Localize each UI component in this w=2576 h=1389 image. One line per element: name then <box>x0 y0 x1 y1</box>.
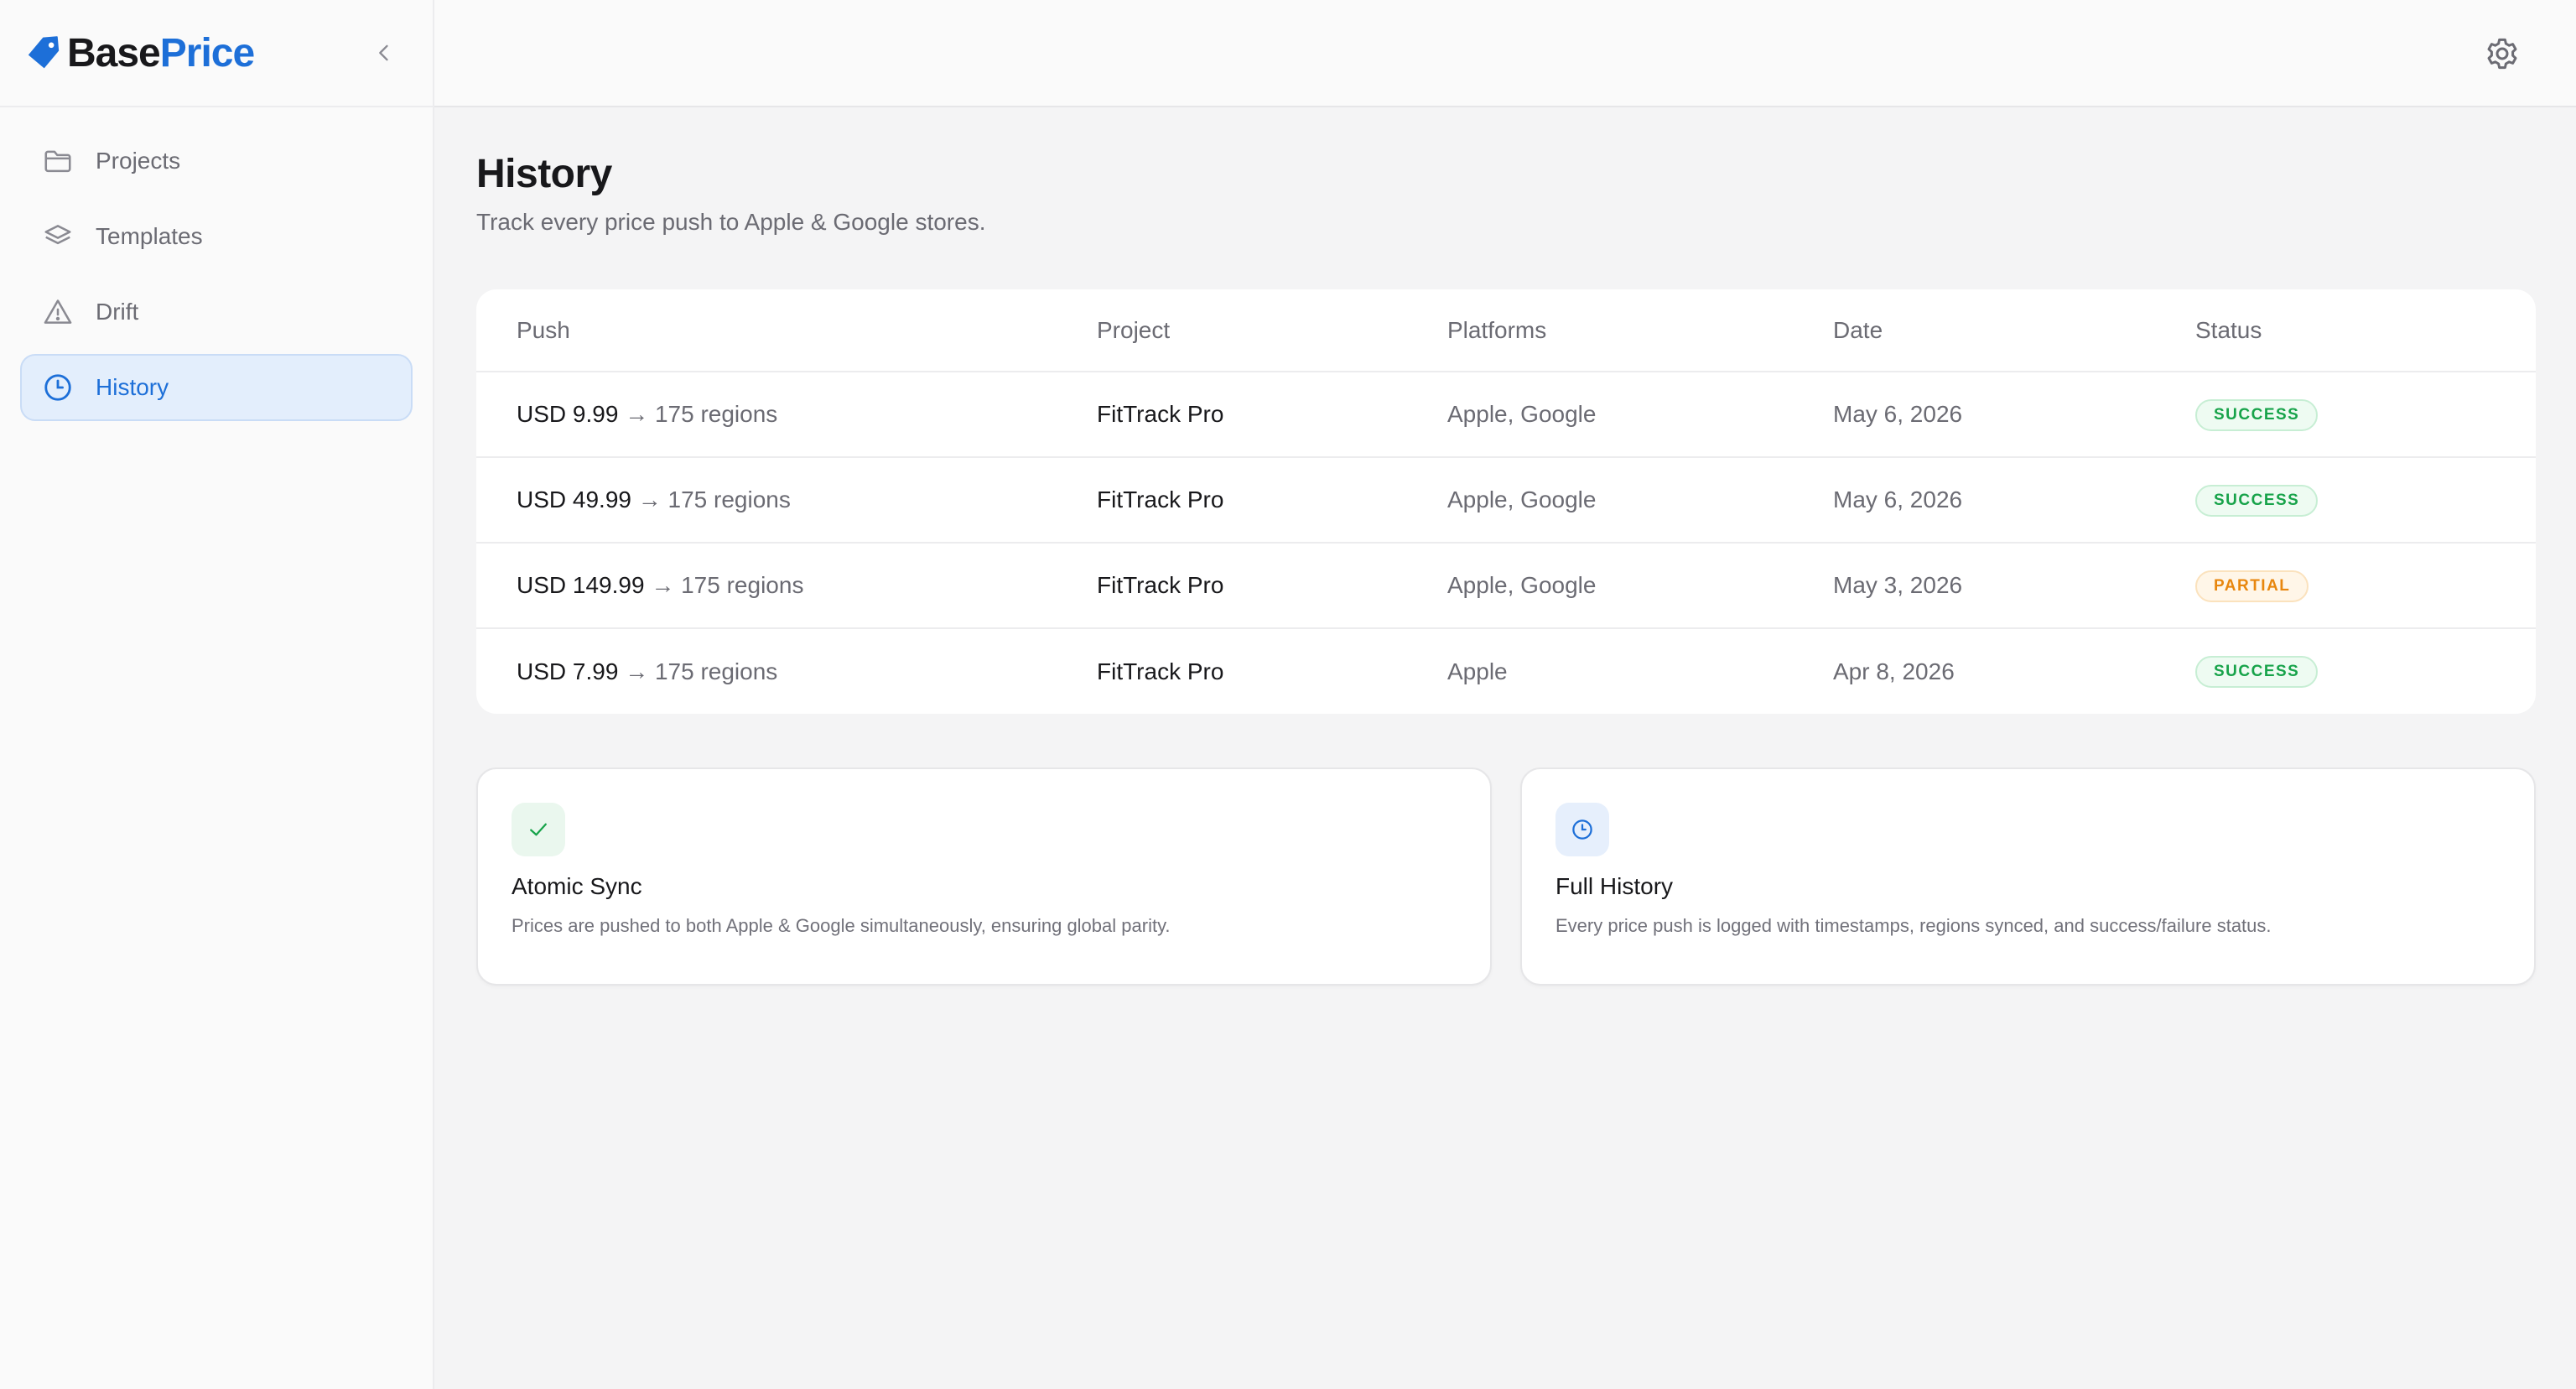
status-badge: PARTIAL <box>2195 570 2309 602</box>
feature-icon-badge <box>512 803 565 856</box>
feature-description: Every price push is logged with timestam… <box>1555 915 2272 936</box>
chevron-left-icon <box>379 44 388 61</box>
platforms-cell: Apple, Google <box>1447 543 1833 629</box>
date-cell: May 6, 2026 <box>1833 372 2195 458</box>
gear-icon[interactable] <box>2482 34 2522 74</box>
sidebar-item-label: Templates <box>96 223 203 249</box>
table-row[interactable]: USD 149.99 → 175 regions FitTrack Pro Ap… <box>476 543 2536 629</box>
feature-icon-badge <box>1555 803 1609 856</box>
status-cell: SUCCESS <box>2195 457 2536 544</box>
page-title: History <box>476 152 612 196</box>
status-badge: SUCCESS <box>2195 484 2319 517</box>
date-cell: May 6, 2026 <box>1833 457 2195 544</box>
platforms-cell: Apple <box>1447 658 1508 684</box>
push-regions: → 175 regions <box>651 572 804 598</box>
logo-price: Price <box>159 30 255 75</box>
logo[interactable]: BasePrice <box>25 30 255 76</box>
status-badge: SUCCESS <box>2195 398 2319 431</box>
feature-cards: Atomic Sync Prices are pushed to both Ap… <box>476 767 2536 986</box>
table-header-row: Push Project Platforms Date Status <box>476 289 2536 372</box>
column-header-date: Date <box>1833 289 2195 372</box>
push-amount: USD 149.99 <box>517 572 645 598</box>
sidebar-nav: Projects Templates Drift History <box>0 107 433 441</box>
push-regions: → 175 regions <box>637 486 791 512</box>
push-cell: USD 9.99 → 175 regions <box>476 372 1097 458</box>
column-header-status: Status <box>2195 289 2536 372</box>
column-header-project: Project <box>1097 289 1447 372</box>
history-table: Push Project Platforms Date Status USD 9… <box>476 289 2536 714</box>
sidebar-item-templates[interactable]: Templates <box>20 203 413 270</box>
table-row[interactable]: USD 9.99 → 175 regions FitTrack Pro Appl… <box>476 372 2536 458</box>
logo-text: BasePrice <box>67 30 255 76</box>
feature-title: Atomic Sync <box>512 873 642 899</box>
main-content: History Track every price push to Apple … <box>476 107 2536 986</box>
project-cell: FitTrack Pro <box>1097 658 1224 684</box>
push-amount: USD 49.99 <box>517 486 631 512</box>
table-row[interactable]: USD 7.99 → 175 regions FitTrack Pro Appl… <box>476 628 2536 714</box>
sidebar-item-label: Projects <box>96 148 181 174</box>
price-tag-logo-icon <box>28 36 60 69</box>
warning-icon <box>44 299 72 324</box>
status-cell: PARTIAL <box>2195 543 2536 629</box>
status-cell: SUCCESS <box>2195 628 2536 714</box>
collapse-sidebar-button[interactable] <box>361 29 408 76</box>
sidebar-item-projects[interactable]: Projects <box>20 127 413 195</box>
project-cell: FitTrack Pro <box>1097 543 1447 629</box>
feature-description: Prices are pushed to both Apple & Google… <box>512 915 1171 936</box>
platforms-cell: Apple, Google <box>1447 372 1833 458</box>
sidebar-item-label: History <box>96 374 169 400</box>
project-cell: FitTrack Pro <box>1097 372 1447 458</box>
date-cell: Apr 8, 2026 <box>1833 658 1955 684</box>
push-cell: USD 149.99 → 175 regions <box>476 543 1097 629</box>
push-cell: USD 49.99 → 175 regions <box>476 457 1097 544</box>
clock-icon <box>1572 819 1592 840</box>
sidebar: BasePrice Projects Templates Drift Histo… <box>0 0 434 1389</box>
clock-icon <box>44 374 71 401</box>
push-amount: USD 7.99 <box>517 658 619 684</box>
column-header-platforms: Platforms <box>1447 289 1833 372</box>
date-cell: May 3, 2026 <box>1833 543 2195 629</box>
status-badge: SUCCESS <box>2195 656 2319 688</box>
push-amount: USD 9.99 <box>517 401 619 427</box>
push-regions: → 175 regions <box>625 401 778 427</box>
table-row[interactable]: USD 49.99 → 175 regions FitTrack Pro App… <box>476 457 2536 544</box>
check-icon <box>530 823 547 836</box>
layers-icon <box>44 225 71 245</box>
sidebar-item-label: Drift <box>96 299 139 325</box>
status-cell: SUCCESS <box>2195 372 2536 458</box>
feature-card-full-history: Full History Every price push is logged … <box>1520 767 2536 986</box>
sidebar-item-drift[interactable]: Drift <box>20 278 413 346</box>
platforms-cell: Apple, Google <box>1447 457 1833 544</box>
sidebar-header: BasePrice <box>0 0 433 107</box>
sidebar-item-history[interactable]: History <box>20 354 413 421</box>
feature-card-atomic-sync: Atomic Sync Prices are pushed to both Ap… <box>476 767 1492 986</box>
logo-base: Base <box>67 30 161 75</box>
feature-title: Full History <box>1555 873 1674 899</box>
history-table-card: Push Project Platforms Date Status USD 9… <box>476 289 2536 714</box>
folder-icon <box>44 150 71 173</box>
page-subtitle: Track every price push to Apple & Google… <box>476 209 986 235</box>
project-cell: FitTrack Pro <box>1097 457 1447 544</box>
column-header-push: Push <box>476 289 1097 372</box>
push-cell: USD 7.99 → 175 regions <box>476 628 1097 714</box>
push-regions: → 175 regions <box>625 658 778 684</box>
top-bar <box>434 0 2576 107</box>
